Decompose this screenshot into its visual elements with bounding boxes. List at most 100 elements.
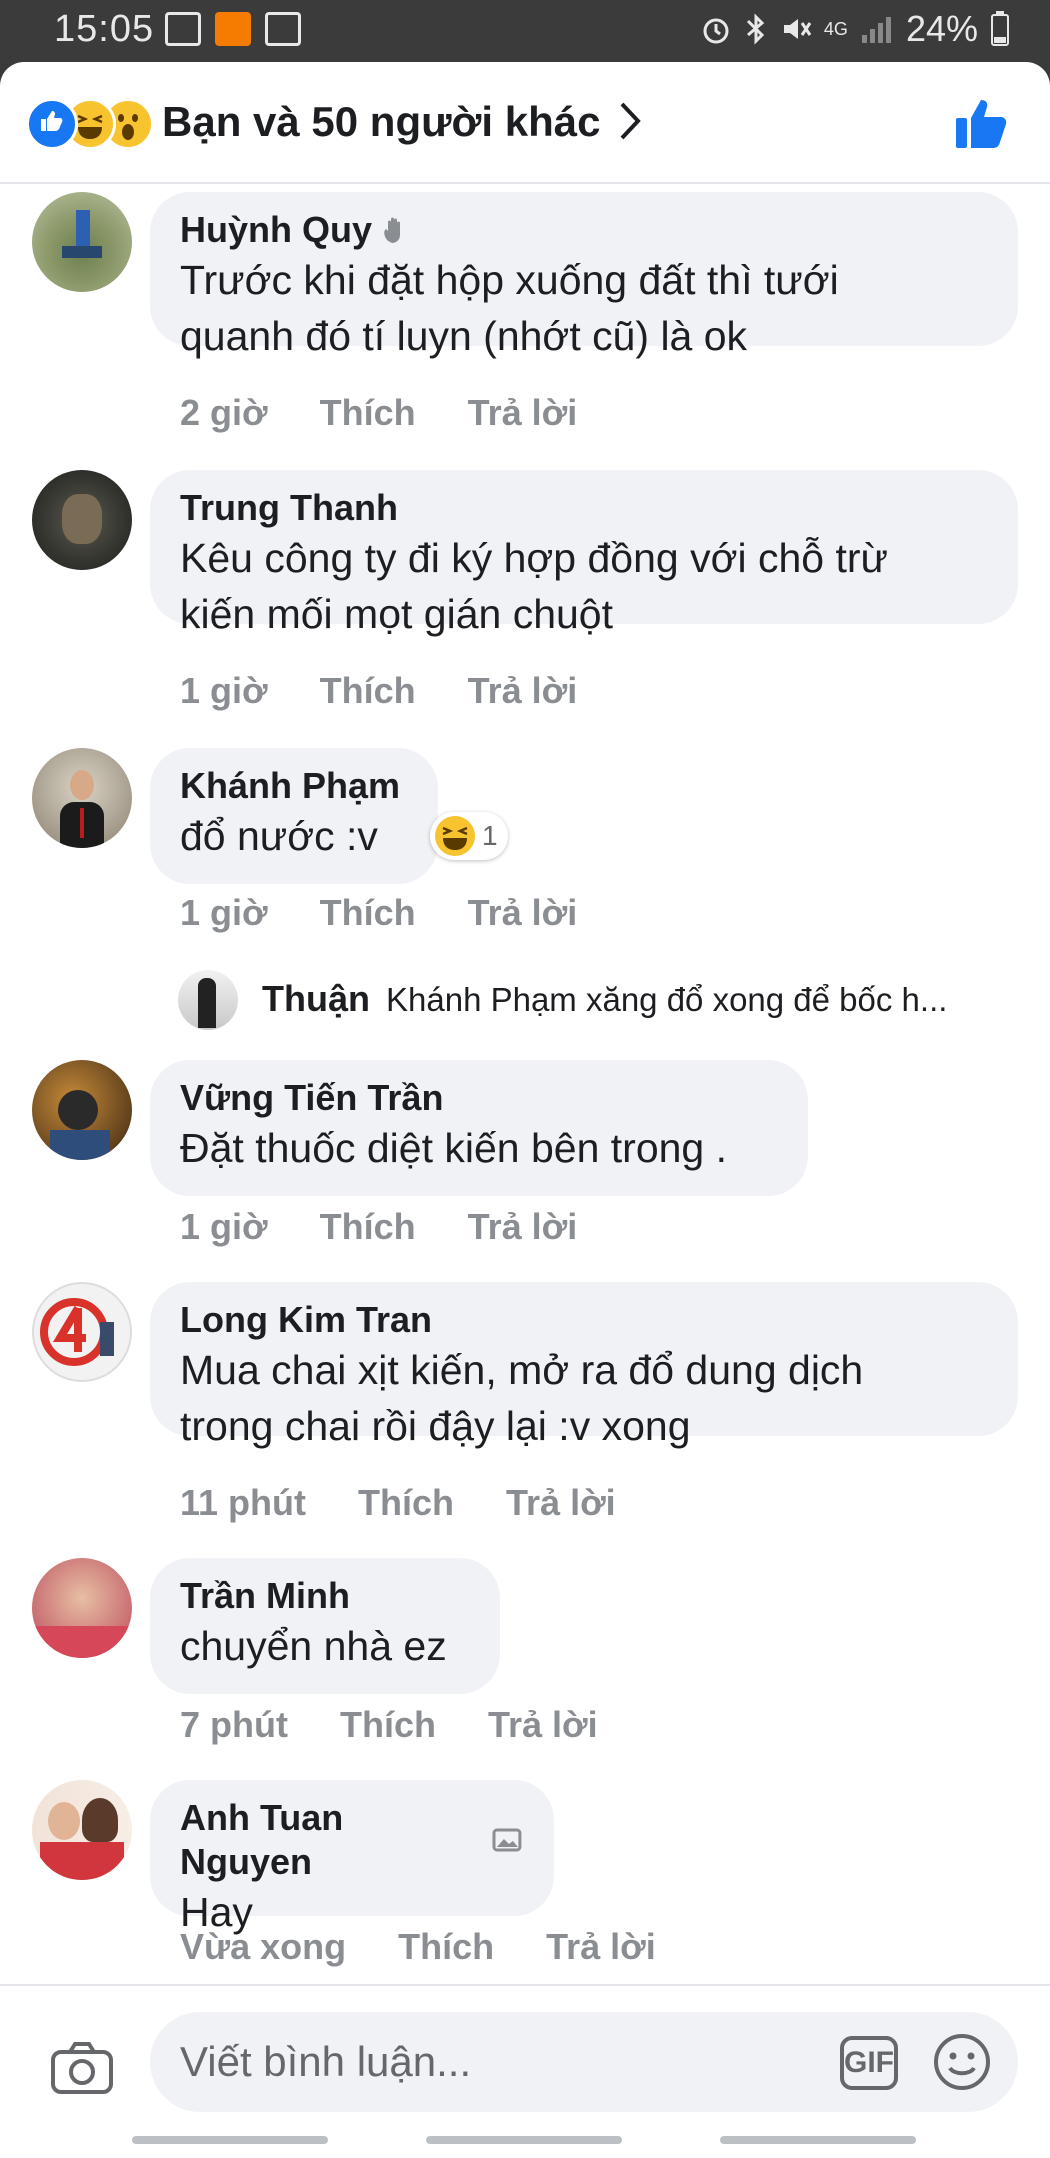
comment-text-line: Kêu công ty đi ký hợp đồng với chỗ trừ bbox=[180, 535, 888, 581]
comment-bubble[interactable]: Trần Minh chuyển nhà ez bbox=[150, 1558, 500, 1694]
comment-time: 1 giờ bbox=[180, 670, 268, 711]
comment-time: 7 phút bbox=[180, 1704, 288, 1745]
like-button[interactable]: Thích bbox=[320, 392, 416, 434]
reply-button[interactable]: Trả lời bbox=[506, 1482, 616, 1524]
emoji-icon[interactable] bbox=[932, 2032, 992, 2092]
gallery-notification-icon bbox=[165, 12, 201, 46]
comment-author[interactable]: Khánh Phạm bbox=[180, 764, 400, 808]
like-button[interactable]: Thích bbox=[320, 1206, 416, 1248]
comment-input[interactable]: Viết bình luận... GIF bbox=[150, 2012, 1018, 2112]
comment-author[interactable]: Anh Tuan Nguyen bbox=[180, 1796, 484, 1884]
comment-bubble[interactable]: Khánh Phạm đổ nước :v bbox=[150, 748, 438, 884]
comment-time: 1 giờ bbox=[180, 892, 268, 933]
comment-meta: Vừa xong Thích Trả lời bbox=[180, 1926, 708, 1968]
comment-meta: 1 giờ Thích Trả lời bbox=[180, 670, 629, 712]
comment-author[interactable]: Trần Minh bbox=[180, 1574, 350, 1618]
comment-meta: 11 phút Thích Trả lời bbox=[180, 1482, 668, 1524]
avatar[interactable] bbox=[32, 470, 132, 570]
comment-text-line: Đặt thuốc diệt kiến bên trong . bbox=[180, 1125, 728, 1171]
photo-badge-icon bbox=[492, 1828, 522, 1852]
avatar[interactable] bbox=[32, 1282, 132, 1382]
status-time: 15:05 bbox=[54, 8, 155, 50]
gif-button[interactable]: GIF bbox=[840, 2036, 898, 2090]
comment-time: 1 giờ bbox=[180, 1206, 268, 1247]
notification-icons bbox=[165, 12, 301, 46]
bluetooth-icon bbox=[746, 13, 765, 45]
system-navigation-bar bbox=[0, 2124, 1050, 2158]
like-icon bbox=[26, 98, 78, 150]
reply-preview[interactable]: Thuận Khánh Phạm xăng đổ xong để bốc h..… bbox=[178, 968, 1028, 1032]
reply-mention[interactable]: Khánh Phạm bbox=[386, 981, 577, 1018]
reply-author[interactable]: Thuận bbox=[262, 978, 370, 1019]
comment-author[interactable]: Vững Tiến Trần bbox=[180, 1076, 443, 1120]
like-button[interactable]: Thích bbox=[320, 892, 416, 934]
system-status-icons: 4G 24% bbox=[700, 8, 1010, 50]
avatar[interactable] bbox=[32, 748, 132, 848]
status-bar: 15:05 4G 24% bbox=[0, 0, 1050, 64]
reply-button[interactable]: Trả lời bbox=[468, 392, 578, 434]
avatar[interactable] bbox=[32, 1060, 132, 1160]
reply-button[interactable]: Trả lời bbox=[468, 892, 578, 934]
comment-bubble[interactable]: Anh Tuan Nguyen Hay bbox=[150, 1780, 554, 1935]
wave-icon bbox=[384, 217, 401, 243]
comment-text-line: Mua chai xịt kiến, mở ra đổ dung dịch bbox=[180, 1347, 864, 1393]
reply-button[interactable]: Trả lời bbox=[546, 1926, 656, 1968]
comment-reaction-badge[interactable]: 1 bbox=[430, 812, 508, 860]
reply-button[interactable]: Trả lời bbox=[488, 1704, 598, 1746]
nav-home-handle[interactable] bbox=[426, 2136, 622, 2144]
comment-text-line: trong chai rồi đậy lại :v xong bbox=[180, 1403, 691, 1449]
avatar[interactable] bbox=[32, 192, 132, 292]
reply-body: xăng đổ xong để bốc h... bbox=[576, 981, 948, 1018]
comment-bubble[interactable]: Vững Tiến Trần Đặt thuốc diệt kiến bên t… bbox=[150, 1060, 808, 1196]
alarm-icon bbox=[703, 18, 729, 44]
comment-meta: 1 giờ Thích Trả lời bbox=[180, 892, 629, 934]
comment-meta: 2 giờ Thích Trả lời bbox=[180, 392, 629, 434]
chevron-right-icon[interactable] bbox=[616, 98, 646, 144]
reactions-summary-text[interactable]: Bạn và 50 người khác bbox=[162, 98, 600, 146]
reaction-summary-icons bbox=[26, 98, 154, 150]
like-page-button[interactable] bbox=[952, 94, 1010, 152]
battery-icon bbox=[991, 11, 1009, 46]
comment-meta: 7 phút Thích Trả lời bbox=[180, 1704, 650, 1746]
mute-icon bbox=[783, 19, 812, 39]
comment-bubble[interactable]: Long Kim Tran Mua chai xịt kiến, mở ra đ… bbox=[150, 1282, 1018, 1449]
channel-logo-icon bbox=[40, 1298, 114, 1366]
avatar[interactable] bbox=[32, 1780, 132, 1880]
comment-author[interactable]: Trung Thanh bbox=[180, 486, 398, 530]
comment-time: 11 phút bbox=[180, 1482, 307, 1523]
comment-author[interactable]: Long Kim Tran bbox=[180, 1298, 432, 1342]
comment-bubble[interactable]: Huỳnh Quy Trước khi đặt hộp xuống đất th… bbox=[150, 192, 1018, 359]
reply-button[interactable]: Trả lời bbox=[468, 670, 578, 712]
comment-text-line: chuyển nhà ez bbox=[180, 1623, 447, 1669]
comment-text-line: quanh đó tí luyn (nhớt cũ) là ok bbox=[180, 313, 748, 359]
signal-icon bbox=[861, 17, 891, 43]
reply-button[interactable]: Trả lời bbox=[468, 1206, 578, 1248]
network-type: 4G bbox=[823, 18, 848, 39]
avatar[interactable] bbox=[32, 1558, 132, 1658]
avatar[interactable] bbox=[178, 970, 238, 1030]
like-button[interactable]: Thích bbox=[358, 1482, 454, 1524]
like-button[interactable]: Thích bbox=[320, 670, 416, 712]
camera-icon[interactable] bbox=[50, 2040, 114, 2096]
comment-meta: 1 giờ Thích Trả lời bbox=[180, 1206, 629, 1248]
comments-sheet: Bạn và 50 người khác Huỳnh Quy Trước khi… bbox=[0, 62, 1050, 2158]
reply-text: Thuận Khánh Phạm xăng đổ xong để bốc h..… bbox=[262, 978, 947, 1020]
comment-input-placeholder: Viết bình luận... bbox=[180, 2038, 472, 2085]
reaction-count: 1 bbox=[482, 820, 498, 851]
nav-recents-handle[interactable] bbox=[132, 2136, 328, 2144]
comment-text-line: đổ nước :v bbox=[180, 813, 378, 859]
mail-notification-icon bbox=[265, 12, 301, 46]
nav-back-handle[interactable] bbox=[720, 2136, 916, 2144]
comment-text-line: Trước khi đặt hộp xuống đất thì tưới bbox=[180, 257, 839, 303]
youtube-notification-icon bbox=[215, 12, 251, 46]
battery-percent: 24% bbox=[905, 8, 978, 49]
comment-text-line: kiến mối mọt gián chuột bbox=[180, 591, 614, 637]
comment-time: Vừa xong bbox=[180, 1926, 347, 1967]
reactions-header[interactable]: Bạn và 50 người khác bbox=[0, 62, 1050, 184]
comment-bubble[interactable]: Trung Thanh Kêu công ty đi ký hợp đồng v… bbox=[150, 470, 1018, 637]
comment-author[interactable]: Huỳnh Quy bbox=[180, 208, 372, 252]
haha-icon bbox=[435, 816, 475, 856]
like-button[interactable]: Thích bbox=[340, 1704, 436, 1746]
comment-time: 2 giờ bbox=[180, 392, 268, 433]
like-button[interactable]: Thích bbox=[398, 1926, 494, 1968]
